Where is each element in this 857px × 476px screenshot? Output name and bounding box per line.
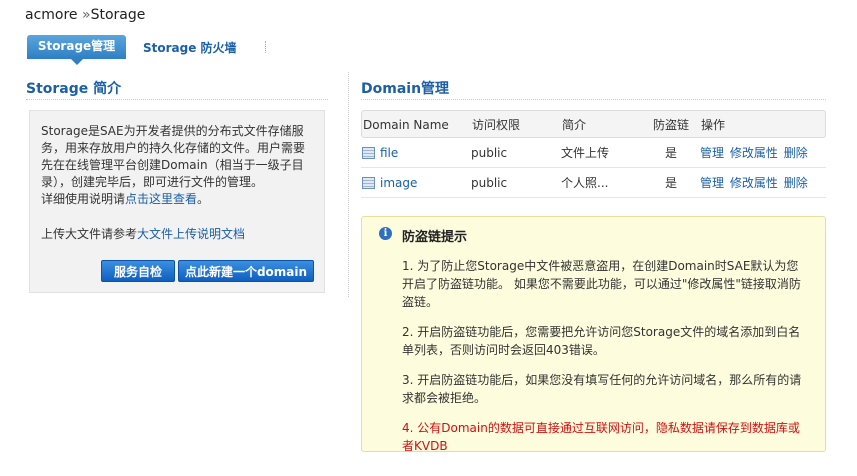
manage-link[interactable]: 管理 <box>700 176 724 190</box>
col-access: 访问权限 <box>472 118 521 132</box>
row-actions: 管理 修改属性 删除 <box>700 168 810 198</box>
notice-title-text: 防盗链提示 <box>402 230 468 245</box>
notice-warning: 4. 公有Domain的数据可直接通过互联网访问，隐私数据请保存到数据库或者KV… <box>402 421 800 453</box>
access-value: public <box>471 176 508 190</box>
notice-item: 2. 开启防盗链功能后，您需要把允许访问您Storage文件的域名添加到白名单列… <box>402 325 801 357</box>
hotlink-value: 是 <box>665 146 678 160</box>
edit-attributes-link[interactable]: 修改属性 <box>730 146 778 160</box>
tab-storage-manage[interactable]: Storage管理 <box>27 35 126 59</box>
delete-link[interactable]: 删除 <box>784 176 808 190</box>
access-value: public <box>471 146 508 160</box>
intro-heading: Storage 简介 <box>26 81 122 97</box>
info-icon: i <box>379 227 392 240</box>
upload-prefix: 上传大文件请参考 <box>41 227 138 241</box>
table-icon <box>362 147 375 159</box>
manage-link[interactable]: 管理 <box>700 146 724 160</box>
upload-doc-link[interactable]: 大文件上传说明文档 <box>137 227 245 241</box>
breadcrumb-separator: » <box>82 7 91 23</box>
edit-attributes-link[interactable]: 修改属性 <box>730 176 778 190</box>
intro-divider <box>26 99 328 100</box>
desc-value: 个人照... <box>561 176 609 190</box>
tab-storage-firewall[interactable]: Storage 防火墙 <box>143 39 237 56</box>
col-domain-name: Domain Name <box>363 118 449 132</box>
hotlink-value: 是 <box>665 176 678 190</box>
notice-title: i 防盗链提示 <box>378 226 809 245</box>
intro-panel: Storage是SAE为开发者提供的分布式文件存储服务，用来存放用户的持久化存储… <box>29 110 325 293</box>
tab-bar: Storage管理 Storage 防火墙 <box>27 35 827 65</box>
delete-link[interactable]: 删除 <box>784 146 808 160</box>
breadcrumb-root[interactable]: acmore <box>25 7 78 23</box>
breadcrumb: acmore »Storage <box>25 7 145 23</box>
table-row: file public 文件上传 是 管理 修改属性 删除 <box>361 138 826 168</box>
notice-item: 1. 为了防止您Storage中文件被恶意盗用，在创建Domain时SAE默认为… <box>402 259 801 309</box>
table-header: Domain Name 访问权限 简介 防盗链 操作 <box>361 110 826 138</box>
domain-table: Domain Name 访问权限 简介 防盗链 操作 file public 文… <box>361 110 826 198</box>
domain-name-link[interactable]: file <box>380 138 398 168</box>
col-desc: 简介 <box>562 118 587 132</box>
tab-active-arrow <box>71 59 83 65</box>
desc-value: 文件上传 <box>561 146 610 160</box>
self-check-button[interactable]: 服务自检 <box>101 260 175 282</box>
intro-detail-suffix: 。 <box>197 192 210 206</box>
notice-item: 3. 开启防盗链功能后，如果您没有填写任何的允许访问域名，那么所有的请求都会被拒… <box>402 373 802 405</box>
upload-note: 上传大文件请参考大文件上传说明文档 <box>41 225 313 242</box>
new-domain-button[interactable]: 点此新建一个domain <box>178 260 314 282</box>
tab-divider <box>265 41 266 53</box>
intro-detail-prefix: 详细使用说明请 <box>41 192 126 206</box>
col-actions: 操作 <box>701 118 726 132</box>
table-row: image public 个人照... 是 管理 修改属性 删除 <box>361 168 826 198</box>
column-separator <box>348 72 349 297</box>
row-actions: 管理 修改属性 删除 <box>700 138 810 168</box>
detail-link[interactable]: 点击这里查看 <box>125 192 197 206</box>
intro-description: Storage是SAE为开发者提供的分布式文件存储服务，用来存放用户的持久化存储… <box>41 123 313 208</box>
table-icon <box>362 177 375 189</box>
col-hotlink: 防盗链 <box>653 118 690 132</box>
domain-heading: Domain管理 <box>361 81 450 97</box>
breadcrumb-current: Storage <box>90 7 146 23</box>
domain-divider <box>361 99 826 100</box>
hotlink-notice: i 防盗链提示 1. 为了防止您Storage中文件被恶意盗用，在创建Domai… <box>361 216 826 453</box>
domain-name-link[interactable]: image <box>380 168 417 198</box>
intro-body: Storage是SAE为开发者提供的分布式文件存储服务，用来存放用户的持久化存储… <box>41 124 306 189</box>
